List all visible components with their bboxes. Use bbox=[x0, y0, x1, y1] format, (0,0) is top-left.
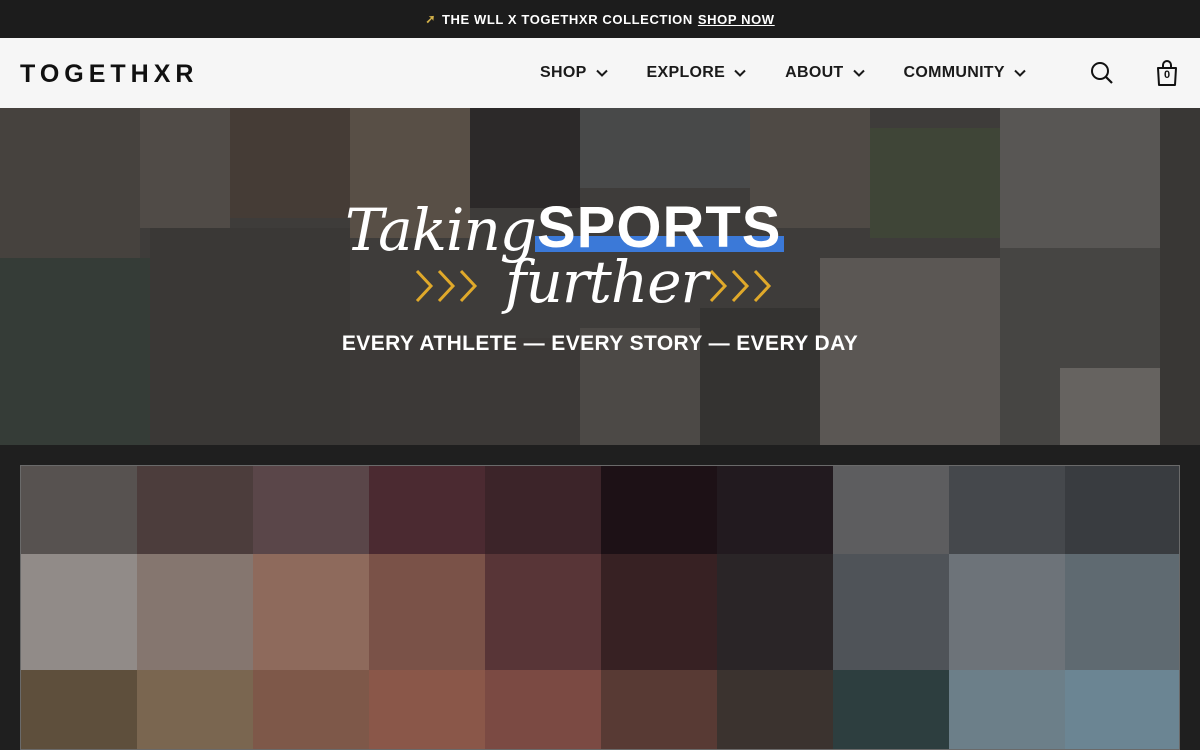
pixel-cell bbox=[369, 670, 485, 749]
triple-chevron-right-icon bbox=[415, 269, 478, 303]
pixelated-image-grid bbox=[20, 465, 1180, 750]
pixel-cell bbox=[1065, 670, 1179, 749]
nav-explore-label: EXPLORE bbox=[646, 64, 726, 81]
pixel-cell bbox=[369, 466, 485, 554]
pixel-cell bbox=[369, 554, 485, 670]
nav-explore[interactable]: EXPLORE bbox=[647, 64, 748, 82]
nav-shop-label: SHOP bbox=[540, 64, 587, 81]
triple-chevron-right-icon bbox=[709, 269, 772, 303]
pixel-cell bbox=[1065, 554, 1179, 670]
pixel-cell bbox=[253, 466, 369, 554]
pixel-cell bbox=[717, 554, 833, 670]
pixel-grid bbox=[21, 466, 1179, 749]
pixel-cell bbox=[833, 670, 949, 749]
pixel-cell bbox=[949, 554, 1065, 670]
pixel-cell bbox=[21, 466, 137, 554]
pixel-cell bbox=[717, 670, 833, 749]
pixel-cell bbox=[601, 670, 717, 749]
pixel-cell bbox=[21, 554, 137, 670]
pixel-cell bbox=[137, 670, 253, 749]
chevron-down-icon bbox=[734, 69, 746, 77]
announcement-text: THE WLL X TOGETHXR COLLECTION bbox=[441, 11, 693, 27]
cart-button[interactable]: 0 bbox=[1155, 59, 1179, 87]
pixel-cell bbox=[253, 670, 369, 749]
chevron-down-icon bbox=[852, 69, 865, 77]
pixel-cell bbox=[485, 554, 601, 670]
pixel-cell bbox=[253, 554, 369, 670]
pixel-cell bbox=[717, 466, 833, 554]
pixel-cell bbox=[601, 554, 717, 670]
announcement-bar: ➚ THE WLL X TOGETHXR COLLECTION SHOP NOW bbox=[0, 0, 1200, 38]
cart-count: 0 bbox=[1163, 69, 1171, 81]
pixel-cell bbox=[485, 670, 601, 749]
nav-community-label: COMMUNITY bbox=[903, 64, 1005, 81]
pixel-cell bbox=[833, 554, 949, 670]
pixel-cell bbox=[485, 466, 601, 554]
pixel-cell bbox=[21, 670, 137, 749]
pixel-cell bbox=[949, 670, 1065, 749]
pixel-cell bbox=[137, 554, 253, 670]
main-nav: SHOP EXPLORE ABOUT COMMUNITY bbox=[540, 38, 1065, 108]
pixel-cell bbox=[833, 466, 949, 554]
pixel-cell bbox=[601, 466, 717, 554]
hero-title-further: further bbox=[505, 248, 708, 316]
logo[interactable]: TOGETHXR bbox=[20, 60, 198, 89]
shop-now-link[interactable]: SHOP NOW bbox=[698, 12, 775, 27]
nav-about[interactable]: ABOUT bbox=[785, 64, 865, 82]
chevron-down-icon bbox=[595, 69, 608, 77]
search-icon[interactable] bbox=[1090, 61, 1114, 85]
hero-subtitle: EVERY ATHLETE — EVERY STORY — EVERY DAY bbox=[341, 332, 859, 355]
pixel-cell bbox=[137, 466, 253, 554]
nav-shop[interactable]: SHOP bbox=[540, 64, 609, 82]
pixel-cell bbox=[949, 466, 1065, 554]
pixel-cell bbox=[1065, 466, 1179, 554]
hero-banner: Taking SPORTS further EVERY ATHLETE — EV… bbox=[0, 108, 1200, 445]
nav-community[interactable]: COMMUNITY bbox=[904, 64, 1027, 82]
lacrosse-stick-icon: ➚ bbox=[425, 12, 436, 26]
nav-about-label: ABOUT bbox=[785, 64, 844, 81]
chevron-down-icon bbox=[1014, 69, 1026, 77]
site-header: TOGETHXR SHOP EXPLORE ABOUT COMMUNITY 0 bbox=[0, 38, 1200, 108]
